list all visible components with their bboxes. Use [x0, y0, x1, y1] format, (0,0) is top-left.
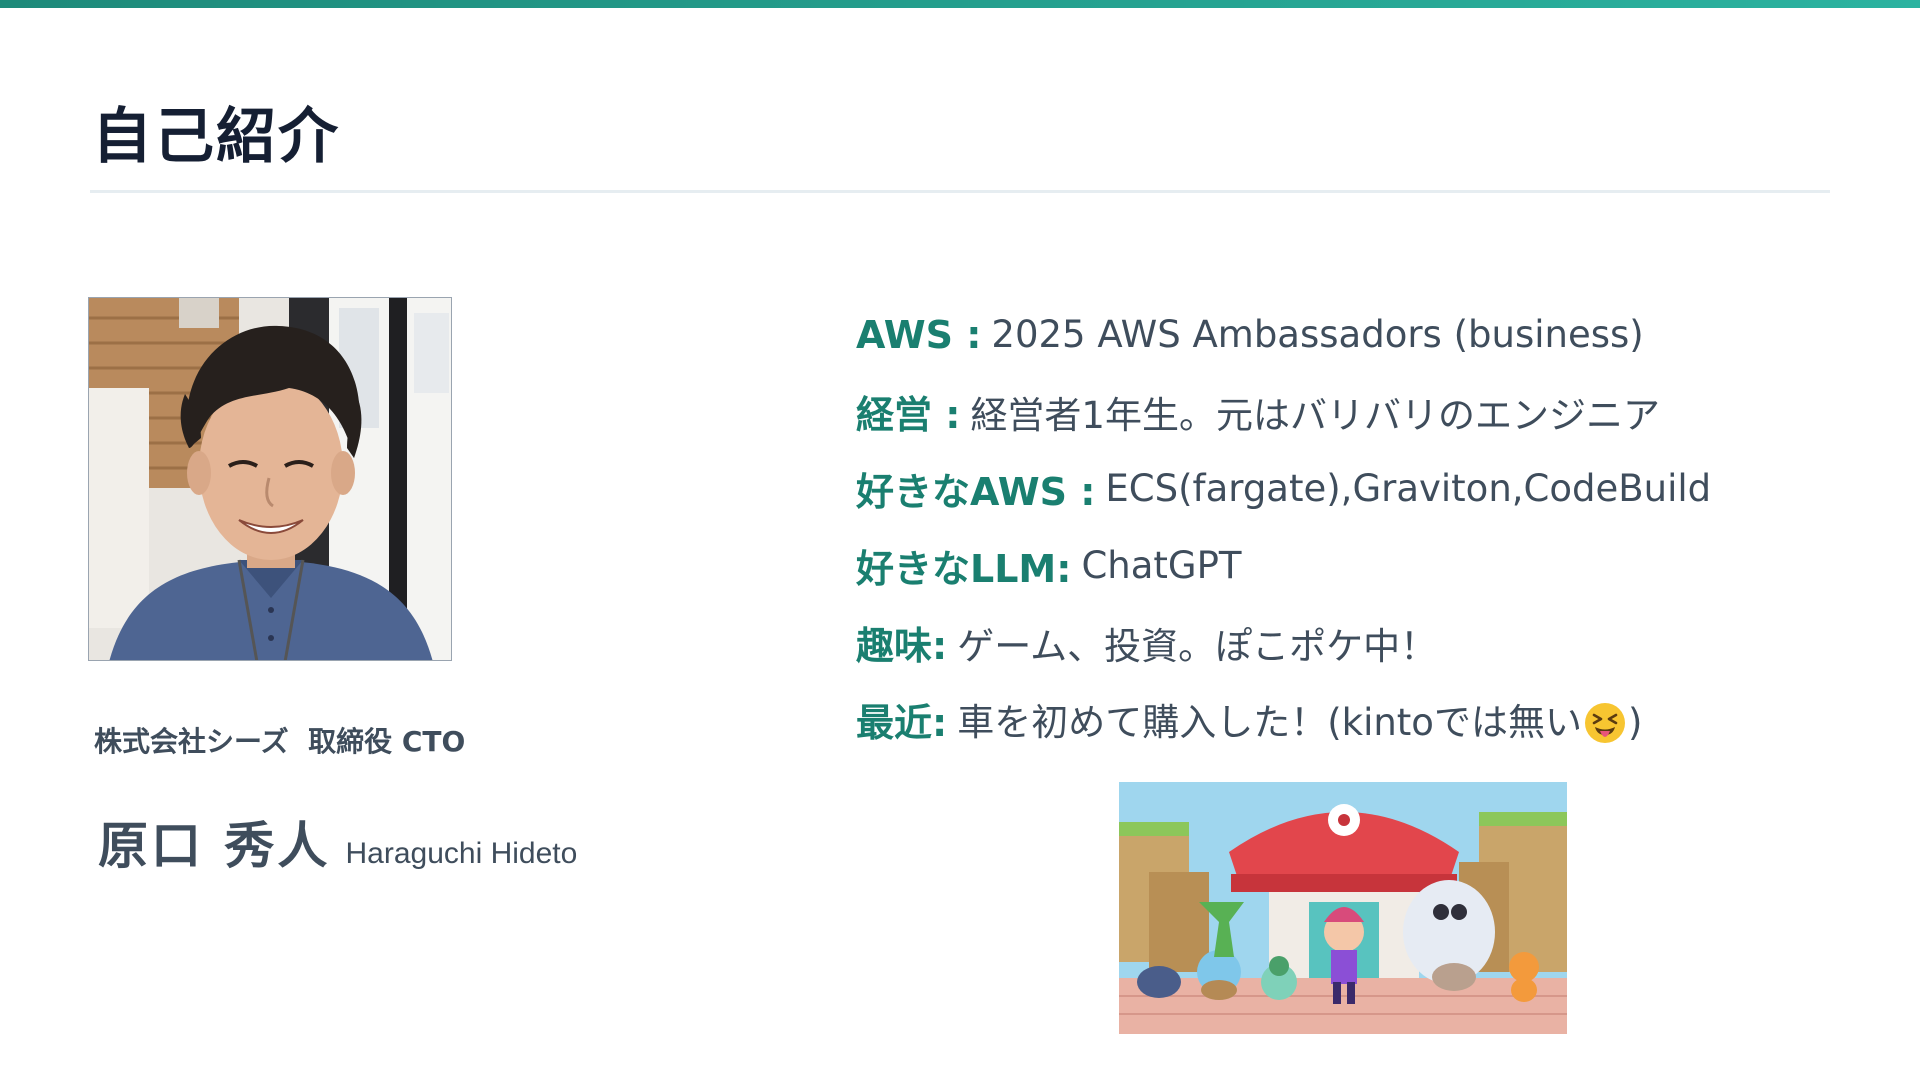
- fact-value: 2025 AWS Ambassadors (business): [991, 313, 1644, 356]
- company-role: 株式会社シーズ 取締役 CTO: [94, 725, 466, 758]
- fact-favorite-llm: 好きなLLM: ChatGPT: [856, 527, 1856, 604]
- slide: 自己紹介 株式会社シーズ 取締役 CTO 原口 秀人 Haraguchi Hid…: [0, 0, 1920, 1080]
- fact-hobby: 趣味: ゲーム、投資。ぽこポケ中！: [856, 604, 1856, 681]
- name-japanese: 原口 秀人: [98, 817, 331, 875]
- page-title: 自己紹介: [92, 102, 340, 172]
- fact-label: 好きなLLM:: [856, 547, 1072, 591]
- fact-label: 最近:: [856, 701, 948, 745]
- top-accent-bar: [0, 0, 1920, 8]
- fact-aws: AWS : 2025 AWS Ambassadors (business): [856, 296, 1856, 373]
- fact-value: ECS(fargate),Graviton,CodeBuild: [1105, 467, 1712, 510]
- fact-value: ChatGPT: [1081, 544, 1242, 587]
- fact-label: 趣味:: [856, 624, 948, 668]
- fact-label: AWS :: [856, 312, 982, 357]
- title-divider: [90, 190, 1830, 193]
- name-row: 原口 秀人 Haraguchi Hideto: [98, 806, 577, 878]
- fact-value: ゲーム、投資。ぽこポケ中！: [957, 624, 1438, 668]
- fact-value: 経営者1年生。元はバリバリのエンジニア: [970, 393, 1660, 437]
- fact-value: 車を初めて購入した！(kintoでは無い ): [957, 692, 1642, 747]
- fact-management: 経営 : 経営者1年生。元はバリバリのエンジニア: [856, 373, 1856, 450]
- name-english: Haraguchi Hideto: [345, 837, 578, 870]
- profile-photo: [88, 297, 452, 661]
- fact-value-close: ): [1627, 701, 1643, 745]
- fact-value-text: 車を初めて購入した！(kintoでは無い: [957, 701, 1582, 745]
- game-screenshot: [1119, 782, 1567, 1034]
- fact-favorite-aws: 好きなAWS : ECS(fargate),Graviton,CodeBuild: [856, 450, 1856, 527]
- fact-label: 好きなAWS :: [856, 470, 1096, 514]
- squinting-face-with-tongue-icon: [1584, 702, 1625, 743]
- fact-recent: 最近: 車を初めて購入した！(kintoでは無い ): [856, 681, 1856, 758]
- profile-facts: AWS : 2025 AWS Ambassadors (business) 経営…: [856, 296, 1856, 758]
- fact-label: 経営 :: [856, 393, 961, 437]
